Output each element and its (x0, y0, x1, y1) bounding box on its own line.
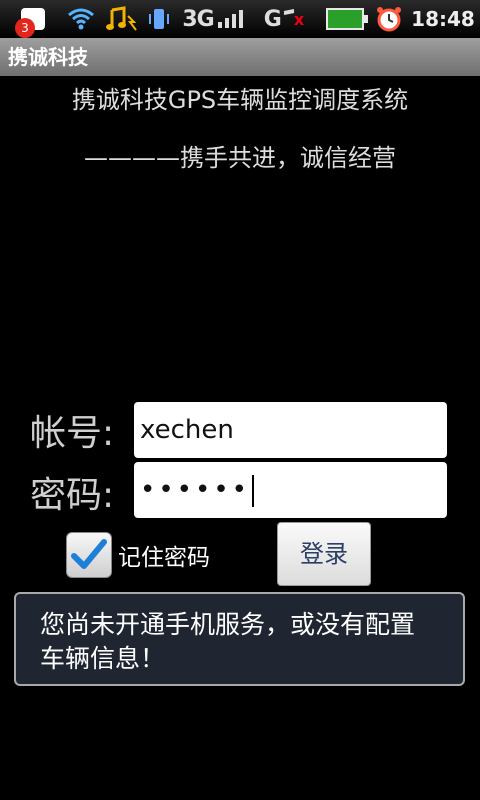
wifi-icon (64, 3, 98, 35)
login-button[interactable]: 登录 (277, 522, 371, 586)
remember-password-label: 记住密码 (118, 545, 210, 571)
battery-icon (324, 3, 368, 35)
password-label: 密码: (30, 475, 115, 516)
slogan-text: ————携手共进，诚信经营 (84, 144, 396, 172)
password-value: •••••• (140, 475, 251, 505)
password-input[interactable]: •••••• (134, 462, 447, 518)
app-title: 携诚科技 (8, 45, 88, 69)
toast-message: 您尚未开通手机服务，或没有配置车辆信息！ (14, 592, 465, 686)
notification-badge: 3 (15, 18, 35, 38)
alarm-icon (372, 3, 406, 35)
signal-icon: 3G (176, 3, 252, 35)
account-input[interactable]: xechen (134, 402, 447, 458)
checkmark-icon (71, 539, 107, 569)
remember-checkbox[interactable] (66, 532, 112, 578)
network-3g-label: 3G (182, 6, 214, 32)
notification-icon[interactable]: 3 (15, 3, 50, 38)
status-bar: 3 3G G x 18:48 (0, 0, 480, 38)
remember-password-option[interactable]: 记住密码 (66, 532, 210, 578)
network-error-icon: x (293, 9, 305, 29)
account-label: 帐号: (30, 413, 115, 454)
vibrate-icon (145, 3, 173, 35)
music-icon (104, 3, 140, 35)
system-title: 携诚科技GPS车辆监控调度系统 (71, 86, 409, 114)
text-cursor (252, 474, 255, 507)
account-value: xechen (140, 415, 234, 445)
status-clock: 18:48 (411, 7, 475, 31)
network-g-label: G (263, 6, 282, 32)
network-g-indicator: G x (258, 3, 310, 35)
app-title-bar: 携诚科技 (0, 38, 480, 76)
